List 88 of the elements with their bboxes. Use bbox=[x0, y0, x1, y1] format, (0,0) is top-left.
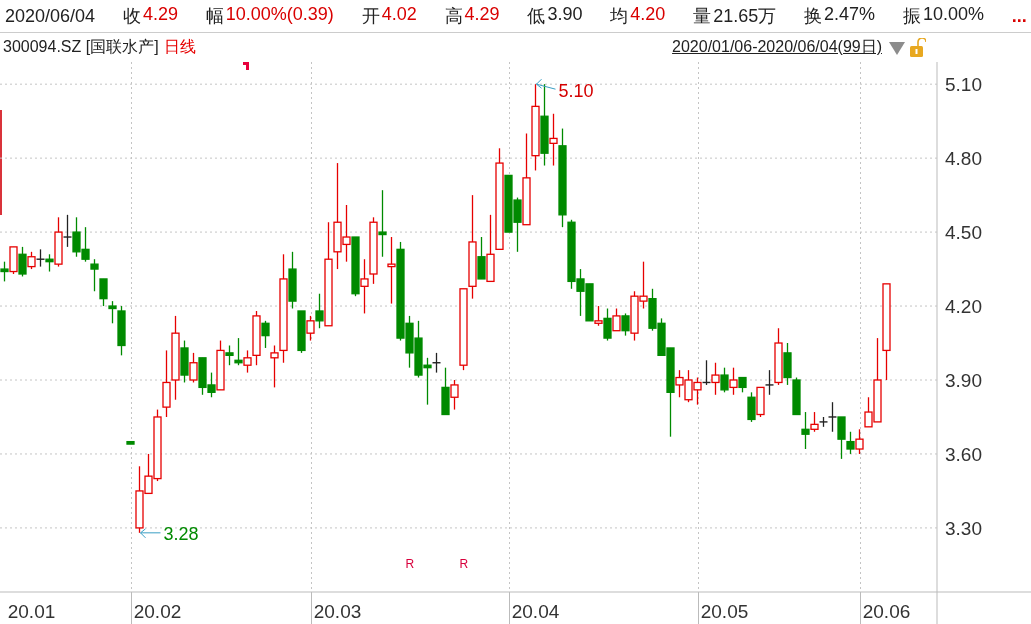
candle-wick bbox=[696, 376, 699, 406]
candle-wick bbox=[93, 258, 96, 292]
price-axis-label: 4.20 bbox=[945, 296, 982, 318]
candle-wick bbox=[804, 411, 807, 450]
candle-wick bbox=[723, 367, 726, 393]
candle-wick bbox=[264, 320, 267, 349]
pointer-arrow bbox=[140, 528, 161, 539]
candle-wick bbox=[84, 226, 87, 263]
candle-wick bbox=[111, 300, 114, 324]
candle-wick bbox=[858, 428, 861, 455]
high-price-label: 5.10 bbox=[558, 81, 594, 102]
field-label: 换 bbox=[804, 5, 823, 28]
candle-wick bbox=[390, 236, 393, 305]
candle-wick bbox=[831, 401, 834, 433]
rights-marker: R bbox=[405, 557, 415, 571]
field-label: 收 bbox=[122, 5, 141, 28]
candle-wick bbox=[246, 349, 249, 374]
field-label: 振 bbox=[902, 5, 921, 28]
candle-wick bbox=[75, 216, 78, 258]
candle-wick bbox=[381, 189, 384, 258]
candle-wick bbox=[21, 246, 24, 278]
candle-wick bbox=[705, 359, 708, 386]
field-value: 10.00% bbox=[922, 4, 984, 26]
field-value: 4.29 bbox=[464, 4, 500, 26]
candle-wick bbox=[228, 344, 231, 366]
candle-wick bbox=[714, 362, 717, 396]
candle-wick bbox=[768, 369, 771, 396]
candle-wick bbox=[552, 113, 555, 167]
pointer-arrow bbox=[536, 78, 556, 90]
field-label: 低 bbox=[527, 5, 546, 28]
candle-wick bbox=[606, 307, 609, 342]
date-range-link[interactable]: 2020/01/06-2020/06/04(99日) bbox=[672, 37, 882, 58]
candle-wick bbox=[363, 258, 366, 315]
candle-wick bbox=[3, 261, 6, 283]
candle-wick bbox=[813, 411, 816, 433]
price-axis-label: 4.50 bbox=[945, 222, 982, 244]
date-axis-label: 20.03 bbox=[313, 601, 362, 622]
date-axis-label: 20.04 bbox=[511, 601, 560, 622]
candle-wick bbox=[732, 367, 735, 396]
price-axis-label: 5.10 bbox=[945, 74, 982, 96]
period-label: 日线 bbox=[163, 37, 196, 57]
candle-wick bbox=[678, 369, 681, 398]
field-value: 21.65万 bbox=[713, 5, 777, 28]
date-axis-label: 20.05 bbox=[700, 601, 749, 622]
stock-symbol: 300094.SZ [国联水产] bbox=[3, 37, 159, 57]
candle-wick bbox=[435, 352, 438, 374]
price-axis-label: 3.30 bbox=[945, 517, 982, 539]
quote-date: 2020/06/04 bbox=[5, 5, 96, 27]
field-value: 10.00%(0.39) bbox=[225, 4, 334, 26]
more-dots[interactable]: ... bbox=[1011, 5, 1027, 27]
price-axis-label: 3.60 bbox=[945, 443, 982, 465]
corner-marker bbox=[243, 62, 249, 70]
date-axis-label: 20.02 bbox=[133, 601, 182, 622]
field-label: 均 bbox=[610, 5, 629, 28]
candle-wick bbox=[426, 357, 429, 406]
padlock-icon[interactable] bbox=[910, 37, 926, 58]
candle-wick bbox=[687, 369, 690, 403]
candle-wick bbox=[597, 305, 600, 327]
dropdown-triangle-icon[interactable] bbox=[889, 40, 905, 55]
candle-wick bbox=[66, 214, 69, 248]
low-price-label: 3.28 bbox=[163, 523, 199, 544]
field-value: 4.02 bbox=[381, 4, 417, 26]
date-axis-label: 20.06 bbox=[862, 601, 911, 622]
field-value: 2.47% bbox=[824, 4, 876, 26]
field-label: 幅 bbox=[205, 5, 224, 28]
candle-wick bbox=[345, 204, 348, 263]
candle-wick bbox=[237, 337, 240, 366]
candle-wick bbox=[453, 379, 456, 411]
candle-wick bbox=[579, 268, 582, 317]
field-value: 4.29 bbox=[142, 4, 178, 26]
candle-wick bbox=[210, 371, 213, 398]
field-value: 4.20 bbox=[630, 4, 666, 26]
price-axis-label: 4.80 bbox=[945, 148, 982, 170]
candle-wick bbox=[624, 312, 627, 337]
candle-wick bbox=[318, 293, 321, 329]
candle-wick bbox=[273, 344, 276, 389]
candle-wick bbox=[849, 431, 852, 455]
field-label: 高 bbox=[444, 5, 463, 28]
candle-wick bbox=[192, 352, 195, 384]
candle-wick bbox=[516, 196, 519, 253]
field-label: 量 bbox=[693, 5, 712, 28]
candle-wick bbox=[309, 315, 312, 342]
rights-marker: R bbox=[459, 557, 469, 571]
date-axis-label: 20.01 bbox=[7, 601, 56, 622]
price-axis-label: 3.90 bbox=[945, 370, 982, 391]
field-label: 开 bbox=[361, 5, 380, 28]
candle-wick bbox=[642, 261, 645, 310]
field-value: 3.90 bbox=[547, 4, 583, 26]
